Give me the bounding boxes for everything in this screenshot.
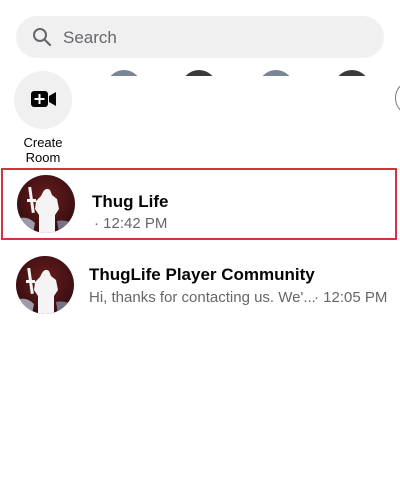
separator-dot: · (94, 215, 99, 232)
story-avatar[interactable] (106, 70, 142, 76)
video-plus-icon (31, 91, 56, 107)
conversation-name: Thug Life (92, 192, 169, 211)
conversation-name: ThugLife Player Community (89, 265, 315, 284)
avatar (17, 175, 75, 233)
soldier-silhouette-icon (17, 186, 75, 233)
create-room-circle[interactable] (14, 71, 72, 129)
message-time: · 12:05 PM (314, 289, 387, 306)
message-time-text: 12:42 PM (103, 215, 168, 232)
message-time: · 12:42 PM (94, 215, 167, 232)
story-avatar[interactable] (334, 70, 370, 76)
search-input[interactable] (61, 16, 365, 60)
separator-dot: · (314, 289, 319, 306)
conversation-row[interactable]: Thug Life · 12:42 PM (1, 168, 397, 240)
avatar (16, 256, 74, 314)
story-avatar[interactable] (181, 70, 217, 76)
soldier-silhouette-icon (16, 267, 74, 314)
story-avatar[interactable] (258, 70, 294, 76)
message-time-text: 12:05 PM (323, 289, 388, 306)
create-room-button[interactable]: Create Room (13, 71, 73, 165)
message-preview: Hi, thanks for contacting us. We'... (89, 289, 316, 306)
story-avatar[interactable] (395, 80, 400, 110)
search-bar[interactable] (16, 16, 384, 60)
conversation-row[interactable]: ThugLife Player Community Hi, thanks for… (0, 250, 400, 322)
search-icon (33, 28, 52, 47)
create-room-label: Create Room (23, 135, 63, 165)
